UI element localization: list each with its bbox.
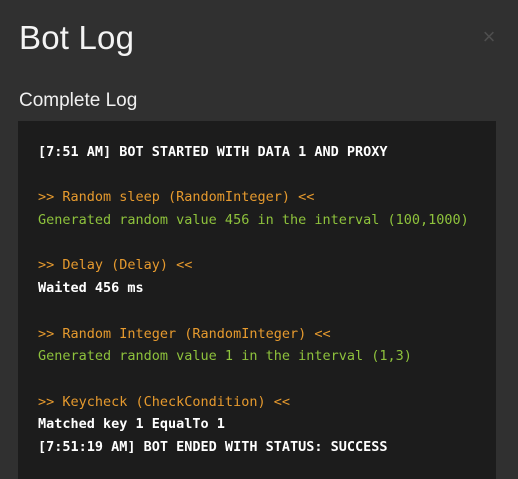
log-line: >> Keycheck (CheckCondition) << [38, 393, 290, 410]
modal-title: Bot Log [19, 19, 135, 56]
log-blank-line [38, 164, 496, 187]
log-blank-line [38, 232, 496, 255]
log-line: >> Random Integer (RandomInteger) << [38, 325, 331, 342]
log-line: >> Delay (Delay) << [38, 257, 193, 274]
log-blank-line [38, 368, 496, 391]
log-line: Waited 456 ms [38, 280, 144, 297]
bot-log-modal: Bot Log × Complete Log [7:51 AM] BOT STA… [0, 0, 518, 479]
log-line: Matched key 1 EqualTo 1 [38, 416, 225, 433]
log-line: [7:51:19 AM] BOT ENDED WITH STATUS: SUCC… [38, 438, 388, 455]
log-panel: [7:51 AM] BOT STARTED WITH DATA 1 AND PR… [18, 121, 496, 479]
log-line: Generated random value 1 in the interval… [38, 348, 412, 365]
log-line: [7:51 AM] BOT STARTED WITH DATA 1 AND PR… [38, 144, 388, 160]
log-line: >> Random sleep (RandomInteger) << [38, 189, 315, 206]
close-icon[interactable]: × [478, 24, 500, 50]
section-heading: Complete Log [19, 90, 138, 111]
log-line: Generated random value 456 in the interv… [38, 212, 469, 229]
log-blank-line [38, 300, 496, 323]
